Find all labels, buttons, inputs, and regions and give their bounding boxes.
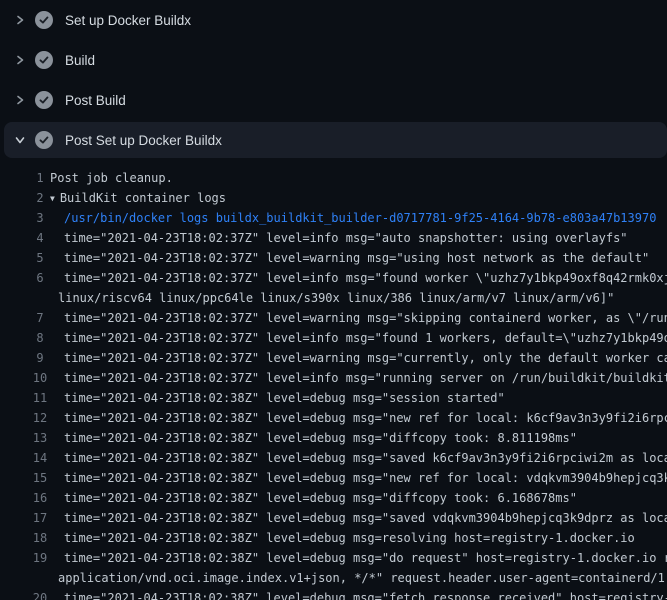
- log-line: 10 time="2021-04-23T18:02:37Z" level=inf…: [0, 368, 667, 388]
- line-number[interactable]: 3: [30, 208, 50, 228]
- line-number[interactable]: 4: [30, 228, 50, 248]
- log-text: time="2021-04-23T18:02:38Z" level=debug …: [64, 388, 505, 408]
- line-number[interactable]: 20: [30, 588, 50, 600]
- log-text: time="2021-04-23T18:02:38Z" level=debug …: [64, 428, 577, 448]
- line-number[interactable]: 8: [30, 328, 50, 348]
- log-text: time="2021-04-23T18:02:38Z" level=debug …: [64, 508, 667, 528]
- line-number[interactable]: 19: [30, 548, 50, 568]
- log-text: time="2021-04-23T18:02:37Z" level=info m…: [64, 268, 667, 288]
- line-number[interactable]: 17: [30, 508, 50, 528]
- log-text: time="2021-04-23T18:02:37Z" level=info m…: [64, 228, 628, 248]
- log-line: 1 Post job cleanup.: [0, 168, 667, 188]
- step-label: Set up Docker Buildx: [65, 13, 191, 28]
- line-number[interactable]: 18: [30, 528, 50, 548]
- log-text: time="2021-04-23T18:02:38Z" level=debug …: [64, 548, 667, 568]
- group-collapse-caret-icon[interactable]: ▼: [50, 189, 55, 208]
- line-number[interactable]: 6: [30, 268, 50, 288]
- line-number[interactable]: 9: [30, 348, 50, 368]
- check-circle-icon: [35, 91, 53, 109]
- log-line: 9 time="2021-04-23T18:02:37Z" level=warn…: [0, 348, 667, 368]
- log-line-continuation: application/vnd.oci.image.index.v1+json,…: [0, 568, 667, 588]
- chevron-down-icon: [14, 134, 26, 146]
- log-text: time="2021-04-23T18:02:38Z" level=debug …: [64, 408, 667, 428]
- step-label: Post Set up Docker Buildx: [65, 133, 222, 148]
- log-line: 3 /usr/bin/docker logs buildx_buildkit_b…: [0, 208, 667, 228]
- log-text: ▼ BuildKit container logs: [50, 188, 226, 208]
- line-number[interactable]: 13: [30, 428, 50, 448]
- log-line: 8 time="2021-04-23T18:02:37Z" level=info…: [0, 328, 667, 348]
- line-number[interactable]: 12: [30, 408, 50, 428]
- check-circle-icon: [35, 11, 53, 29]
- log-text: time="2021-04-23T18:02:37Z" level=warnin…: [64, 308, 667, 328]
- log-line: 6 time="2021-04-23T18:02:37Z" level=info…: [0, 268, 667, 288]
- line-number[interactable]: 10: [30, 368, 50, 388]
- log-text: time="2021-04-23T18:02:38Z" level=debug …: [64, 528, 635, 548]
- steps-list: Set up Docker Buildx Build Post Build: [0, 0, 667, 158]
- log-text: time="2021-04-23T18:02:37Z" level=warnin…: [64, 348, 667, 368]
- line-number[interactable]: 7: [30, 308, 50, 328]
- log-line: 18 time="2021-04-23T18:02:38Z" level=deb…: [0, 528, 667, 548]
- log-text: time="2021-04-23T18:02:38Z" level=debug …: [64, 588, 667, 600]
- log-line-group-header: 2 ▼ BuildKit container logs: [0, 188, 667, 208]
- log-line: 11 time="2021-04-23T18:02:38Z" level=deb…: [0, 388, 667, 408]
- step-row-build[interactable]: Build: [0, 40, 667, 80]
- chevron-right-icon: [14, 54, 26, 66]
- log-text: Post job cleanup.: [50, 168, 173, 188]
- log-text: time="2021-04-23T18:02:38Z" level=debug …: [64, 448, 667, 468]
- group-label: BuildKit container logs: [60, 191, 226, 205]
- check-circle-icon: [35, 51, 53, 69]
- log-command-text: /usr/bin/docker logs buildx_buildkit_bui…: [64, 208, 656, 228]
- chevron-right-icon: [14, 94, 26, 106]
- line-number[interactable]: 5: [30, 248, 50, 268]
- log-text: time="2021-04-23T18:02:38Z" level=debug …: [64, 468, 667, 488]
- log-line-continuation: linux/riscv64 linux/ppc64le linux/s390x …: [0, 288, 667, 308]
- log-line: 16 time="2021-04-23T18:02:38Z" level=deb…: [0, 488, 667, 508]
- log-line: 12 time="2021-04-23T18:02:38Z" level=deb…: [0, 408, 667, 428]
- line-number[interactable]: 16: [30, 488, 50, 508]
- line-number[interactable]: 1: [30, 168, 50, 188]
- line-number[interactable]: 11: [30, 388, 50, 408]
- log-text: time="2021-04-23T18:02:37Z" level=info m…: [64, 328, 667, 348]
- log-line: 14 time="2021-04-23T18:02:38Z" level=deb…: [0, 448, 667, 468]
- line-number[interactable]: 15: [30, 468, 50, 488]
- log-line: 19 time="2021-04-23T18:02:38Z" level=deb…: [0, 548, 667, 568]
- step-row-post-build[interactable]: Post Build: [0, 80, 667, 120]
- log-text: time="2021-04-23T18:02:37Z" level=warnin…: [64, 248, 649, 268]
- actions-log-panel: Set up Docker Buildx Build Post Build: [0, 0, 667, 600]
- log-line: 13 time="2021-04-23T18:02:38Z" level=deb…: [0, 428, 667, 448]
- log-text: application/vnd.oci.image.index.v1+json,…: [58, 568, 667, 588]
- step-row-setup-docker-buildx[interactable]: Set up Docker Buildx: [0, 0, 667, 40]
- step-row-post-setup-docker-buildx[interactable]: Post Set up Docker Buildx: [4, 122, 667, 158]
- check-circle-icon: [35, 131, 53, 149]
- log-line: 15 time="2021-04-23T18:02:38Z" level=deb…: [0, 468, 667, 488]
- log-text: linux/riscv64 linux/ppc64le linux/s390x …: [58, 288, 614, 308]
- log-text: time="2021-04-23T18:02:37Z" level=info m…: [64, 368, 667, 388]
- log-viewer: 1 Post job cleanup. 2 ▼ BuildKit containe…: [0, 160, 667, 600]
- log-line: 17 time="2021-04-23T18:02:38Z" level=deb…: [0, 508, 667, 528]
- log-line: 4 time="2021-04-23T18:02:37Z" level=info…: [0, 228, 667, 248]
- log-line: 7 time="2021-04-23T18:02:37Z" level=warn…: [0, 308, 667, 328]
- line-number[interactable]: 2: [30, 188, 50, 208]
- log-line: 20 time="2021-04-23T18:02:38Z" level=deb…: [0, 588, 667, 600]
- chevron-right-icon: [14, 14, 26, 26]
- log-line: 5 time="2021-04-23T18:02:37Z" level=warn…: [0, 248, 667, 268]
- log-text: time="2021-04-23T18:02:38Z" level=debug …: [64, 488, 577, 508]
- step-label: Build: [65, 53, 95, 68]
- step-label: Post Build: [65, 93, 126, 108]
- line-number[interactable]: 14: [30, 448, 50, 468]
